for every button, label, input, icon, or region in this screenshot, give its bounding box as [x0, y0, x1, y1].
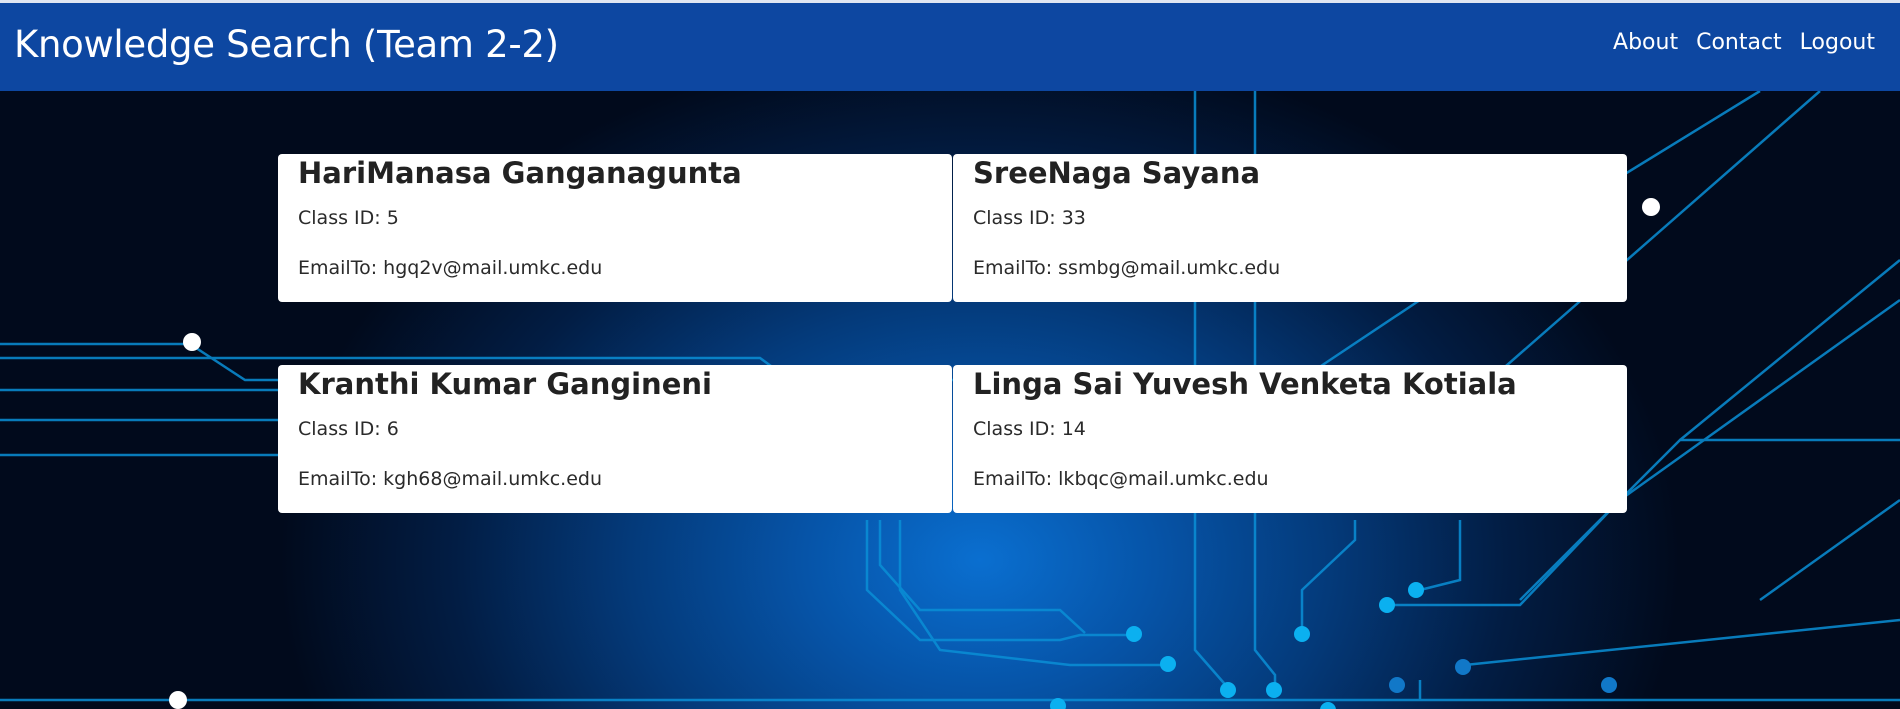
member-class-id: Class ID: 5: [298, 207, 399, 229]
member-name: Kranthi Kumar Gangineni: [298, 367, 712, 401]
member-name: Linga Sai Yuvesh Venketa Kotiala: [973, 367, 1517, 401]
member-name: SreeNaga Sayana: [973, 156, 1261, 190]
site-title[interactable]: Knowledge Search (Team 2-2): [14, 23, 559, 66]
member-card: SreeNaga Sayana Class ID: 33 EmailTo: ss…: [953, 154, 1627, 302]
member-email: EmailTo: lkbqc@mail.umkc.edu: [973, 468, 1269, 490]
member-card: Linga Sai Yuvesh Venketa Kotiala Class I…: [953, 365, 1627, 513]
nav-about-link[interactable]: About: [1613, 30, 1678, 55]
member-card: HariManasa Ganganagunta Class ID: 5 Emai…: [278, 154, 952, 302]
nav-logout-link[interactable]: Logout: [1800, 30, 1875, 55]
member-name: HariManasa Ganganagunta: [298, 156, 742, 190]
member-email: EmailTo: hgq2v@mail.umkc.edu: [298, 257, 603, 279]
nav-contact-link[interactable]: Contact: [1696, 30, 1782, 55]
member-class-id: Class ID: 6: [298, 418, 399, 440]
member-class-id: Class ID: 14: [973, 418, 1086, 440]
nav-links: About Contact Logout: [1613, 30, 1875, 55]
member-card: Kranthi Kumar Gangineni Class ID: 6 Emai…: [278, 365, 952, 513]
circuit-background: [0, 0, 1900, 709]
circuit-lines-graphic: [0, 89, 1900, 709]
member-email: EmailTo: ssmbg@mail.umkc.edu: [973, 257, 1281, 279]
member-email: EmailTo: kgh68@mail.umkc.edu: [298, 468, 603, 490]
top-navbar: Knowledge Search (Team 2-2) About Contac…: [0, 0, 1900, 91]
member-class-id: Class ID: 33: [973, 207, 1086, 229]
